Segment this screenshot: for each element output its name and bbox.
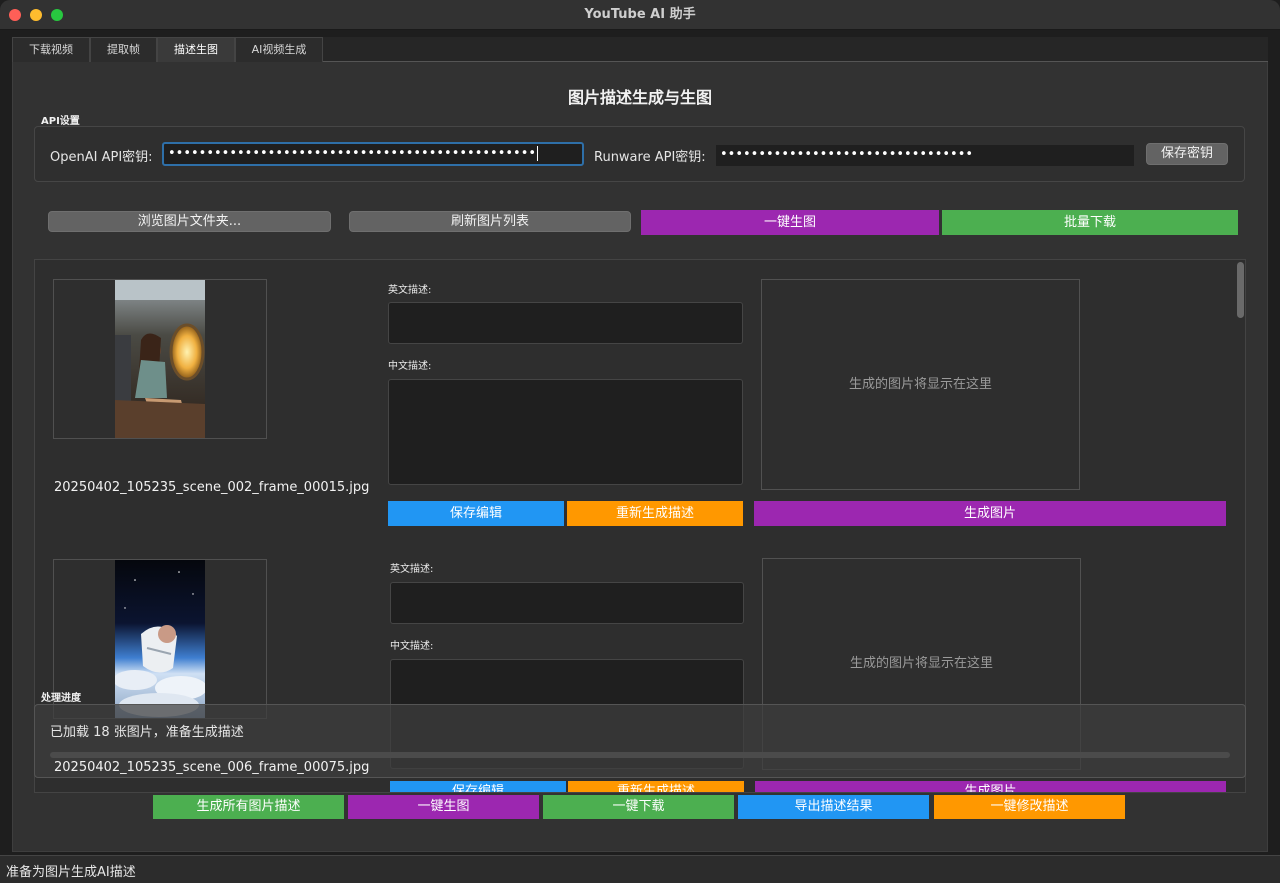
- openai-key-value: ••••••••••••••••••••••••••••••••••••••••…: [168, 146, 537, 161]
- tab-ai-video[interactable]: AI视频生成: [235, 37, 323, 62]
- english-desc-input[interactable]: [390, 582, 744, 624]
- runware-key-label: Runware API密钥:: [594, 150, 706, 165]
- tab-extract-frames[interactable]: 提取帧: [90, 37, 157, 62]
- thumbnail-frame: [53, 559, 267, 719]
- regenerate-desc-button[interactable]: 重新生成描述: [567, 501, 743, 526]
- runware-key-input[interactable]: •••••••••••••••••••••••••••••••••: [716, 145, 1134, 166]
- progress-bar: [50, 752, 1230, 758]
- text-caret: [537, 146, 539, 161]
- status-bar: [0, 855, 1280, 883]
- chinese-desc-label: 中文描述:: [390, 641, 434, 652]
- status-text: 准备为图片生成AI描述: [6, 865, 136, 880]
- tab-describe-generate[interactable]: 描述生图: [157, 37, 235, 62]
- generate-all-images-button[interactable]: 一键生图: [641, 210, 939, 235]
- thumbnail-frame: [53, 279, 267, 439]
- chinese-desc-input[interactable]: [388, 379, 743, 485]
- tab-download-video[interactable]: 下载视频: [12, 37, 90, 62]
- runware-key-value: •••••••••••••••••••••••••••••••••: [720, 147, 974, 162]
- one-click-generate-image-button[interactable]: 一键生图: [348, 795, 539, 819]
- browse-folder-button[interactable]: 浏览图片文件夹...: [48, 211, 331, 232]
- english-desc-label: 英文描述:: [390, 564, 434, 575]
- progress-group-label: 处理进度: [41, 693, 81, 704]
- thumbnail-image: [115, 280, 205, 438]
- thumbnail-image: [115, 560, 205, 718]
- one-click-download-button[interactable]: 一键下载: [543, 795, 734, 819]
- window-title: YouTube AI 助手: [584, 7, 696, 22]
- image-filename: 20250402_105235_scene_006_frame_00075.jp…: [54, 760, 370, 775]
- scrollbar-thumb[interactable]: [1237, 262, 1244, 318]
- english-desc-input[interactable]: [388, 302, 743, 344]
- export-descriptions-button[interactable]: 导出描述结果: [738, 795, 929, 819]
- generate-image-button[interactable]: 生成图片: [755, 781, 1226, 792]
- openai-key-input[interactable]: ••••••••••••••••••••••••••••••••••••••••…: [162, 142, 584, 166]
- generate-image-button[interactable]: 生成图片: [754, 501, 1226, 526]
- generated-image-placeholder: 生成的图片将显示在这里: [761, 279, 1080, 490]
- refresh-list-button[interactable]: 刷新图片列表: [349, 211, 631, 232]
- english-desc-label: 英文描述:: [388, 285, 432, 296]
- save-keys-button[interactable]: 保存密钥: [1146, 143, 1228, 165]
- api-group-label: API设置: [41, 116, 80, 127]
- batch-download-button[interactable]: 批量下载: [942, 210, 1238, 235]
- one-click-modify-desc-button[interactable]: 一键修改描述: [934, 795, 1125, 819]
- page-title: 图片描述生成与生图: [567, 88, 712, 107]
- save-edit-button[interactable]: 保存编辑: [390, 781, 566, 792]
- tab-bar: 下载视频 提取帧 描述生图 AI视频生成: [12, 37, 1268, 62]
- progress-message: 已加载 18 张图片，准备生成描述: [50, 725, 244, 740]
- image-filename: 20250402_105235_scene_002_frame_00015.jp…: [54, 480, 370, 495]
- save-edit-button[interactable]: 保存编辑: [388, 501, 564, 526]
- chinese-desc-label: 中文描述:: [388, 361, 432, 372]
- regenerate-desc-button[interactable]: 重新生成描述: [568, 781, 744, 792]
- generate-all-descriptions-button[interactable]: 生成所有图片描述: [153, 795, 344, 819]
- openai-key-label: OpenAI API密钥:: [50, 150, 153, 165]
